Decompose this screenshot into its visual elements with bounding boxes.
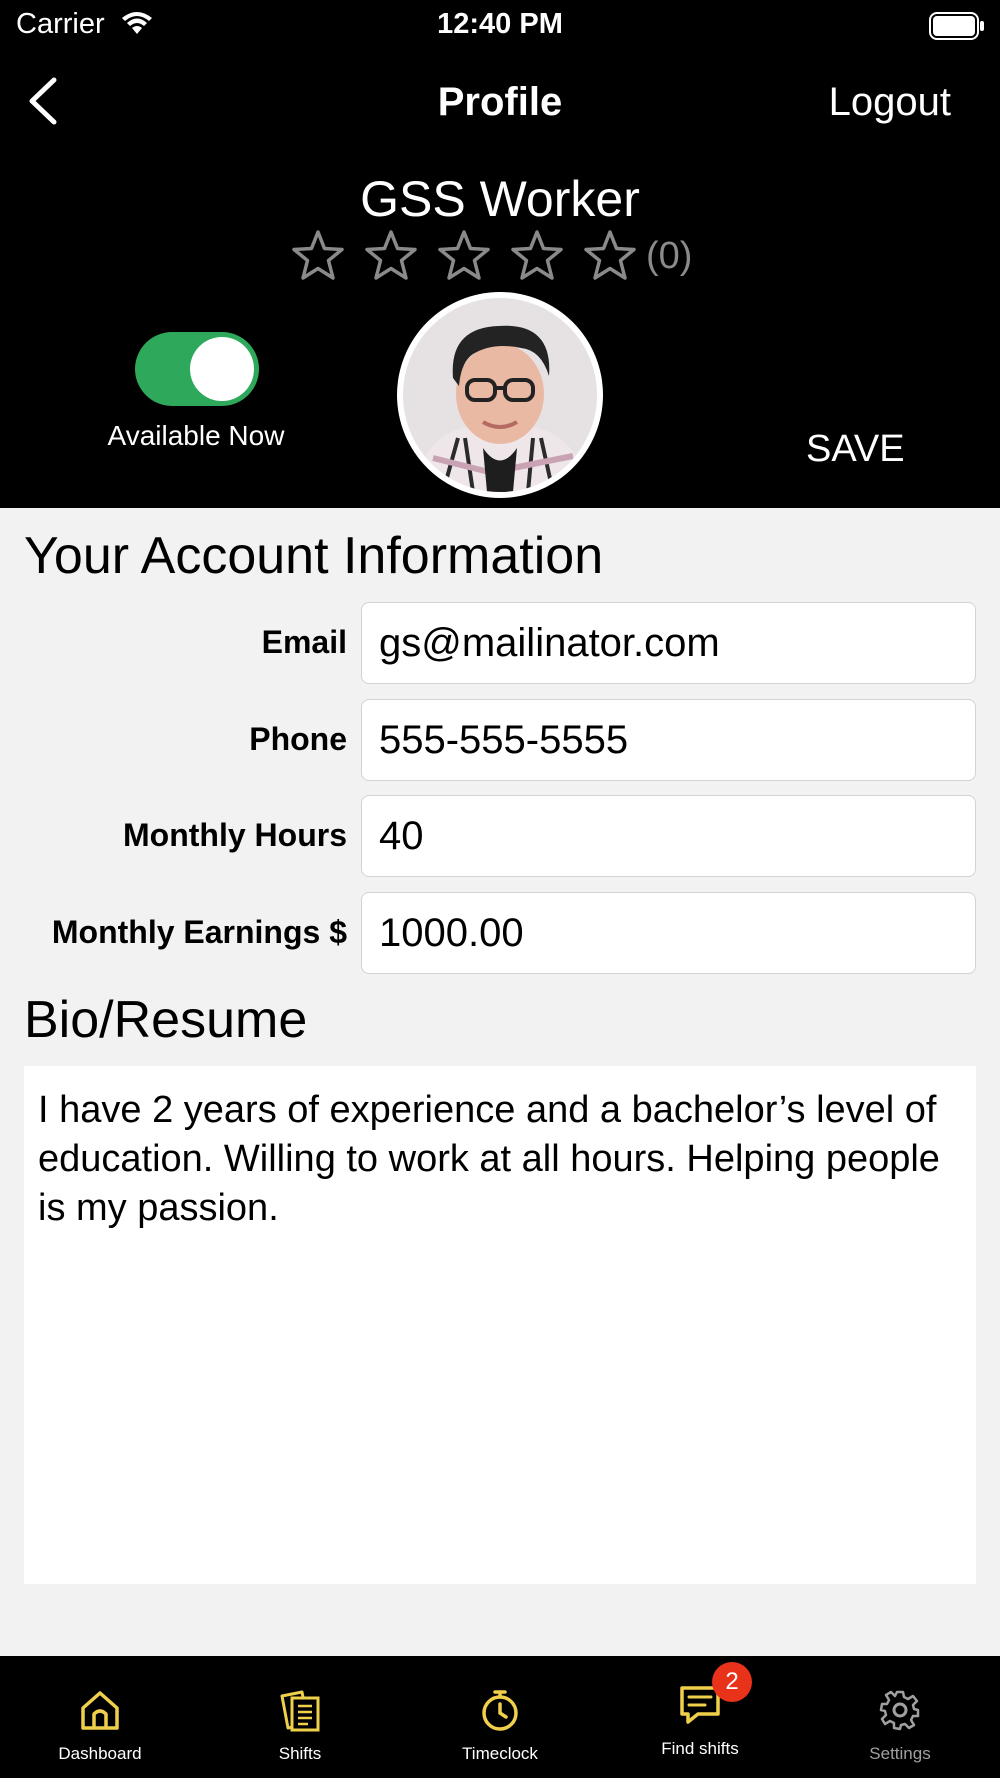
tab-dashboard[interactable]: Dashboard [0,1656,200,1778]
tab-find-shifts[interactable]: 2 Find shifts [600,1656,800,1778]
avatar[interactable] [397,292,603,498]
monthly-hours-row: Monthly Hours [0,795,1000,877]
avatar-photo [403,298,597,492]
monthly-hours-label: Monthly Hours [123,817,347,853]
rating-count: (0) [646,234,693,277]
monthly-earnings-label: Monthly Earnings $ [51,914,347,950]
monthly-hours-field[interactable] [361,795,976,877]
gear-icon [879,1690,920,1731]
account-section-title: Your Account Information [24,527,604,585]
email-row: Email [0,602,1000,684]
tab-settings[interactable]: Settings [800,1656,1000,1778]
email-label: Email [261,624,347,660]
status-time: 12:40 PM [437,8,563,40]
toggle-knob [190,337,254,401]
tab-label: Shifts [278,1744,322,1763]
tab-label: Find shifts [661,1739,739,1758]
home-icon [81,1691,119,1730]
star-icon [584,230,636,280]
documents-icon [280,1690,320,1732]
availability-toggle[interactable] [135,332,259,406]
monthly-earnings-row: Monthly Earnings $ [0,892,1000,974]
logout-button[interactable]: Logout [829,80,951,125]
star-icon [292,230,344,280]
bio-section-title: Bio/Resume [24,991,308,1049]
bio-textarea[interactable]: I have 2 years of experience and a bache… [24,1066,976,1584]
tab-label: Settings [869,1744,931,1763]
tab-bar: Dashboard Shifts Timeclock 2 Find shifts… [0,1656,1000,1778]
availability-label: Available Now [107,420,285,451]
monthly-earnings-field[interactable] [361,892,976,974]
tab-label: Dashboard [58,1744,142,1763]
nav-bar: Profile Logout [0,68,1000,138]
profile-header: Carrier 12:40 PM Profile Logout GSS Work… [0,0,1000,508]
tab-label: Timeclock [462,1744,538,1763]
star-icon [438,230,490,280]
status-bar: Carrier 12:40 PM [0,0,1000,52]
stopwatch-icon [482,1690,518,1731]
tab-timeclock[interactable]: Timeclock [400,1656,600,1778]
notification-badge: 2 [712,1662,752,1702]
tab-shifts[interactable]: Shifts [200,1656,400,1778]
phone-row: Phone [0,699,1000,781]
star-rating: (0) [290,228,692,284]
email-field[interactable] [361,602,976,684]
star-icon [511,230,563,280]
star-icon [365,230,417,280]
phone-label: Phone [249,721,347,757]
save-button[interactable]: SAVE [806,428,905,471]
worker-name: GSS Worker [360,171,640,227]
battery-icon [929,12,984,40]
phone-field[interactable] [361,699,976,781]
